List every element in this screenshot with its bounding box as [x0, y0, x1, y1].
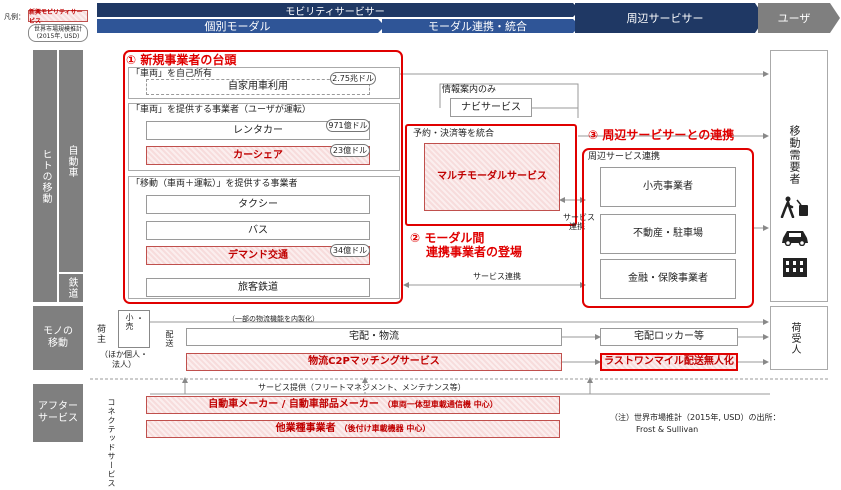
section3-title: ③ 周辺サービサーとの連携	[588, 128, 735, 142]
other-industry-box: 他業種事業者 （後付け車載機器 中心）	[146, 420, 560, 438]
last-mile-label: ラストワンマイル配送無人化	[604, 356, 734, 368]
passenger-rail-label: 旅客鉄道	[238, 281, 278, 293]
shipper-label: 荷主	[95, 324, 105, 344]
note-line1: （注）世界市場推計（2015年, USD）の出所：	[610, 413, 781, 422]
multimodal-label: マルチモーダルサービス	[437, 171, 547, 183]
section1-title: ① 新規事業者の台頭	[126, 53, 237, 67]
maker-note: （車両一体型車載通信機 中心）	[382, 400, 498, 410]
last-mile-box: ラストワンマイル配送無人化	[600, 353, 738, 371]
taxi-label: タクシー	[238, 198, 278, 210]
c2p-label: 物流C2Pマッチングサービス	[308, 356, 440, 368]
integration-label: 予約・決済等を統合	[413, 129, 495, 139]
parcel-label: 宅配・物流	[349, 331, 399, 343]
rental-car-label: レンタカー	[233, 124, 283, 136]
car-share-label: カーシェア	[233, 149, 283, 161]
info-label: 情報案内のみ	[442, 85, 497, 95]
delivery-label: 配送	[165, 330, 174, 348]
other-industry-label: 他業種事業者	[275, 423, 336, 435]
building-icon	[783, 258, 807, 277]
taxi-box: タクシー	[146, 195, 370, 214]
provide-vehicle-label: 「車両」を提供する事業者（ユーザが運転）	[131, 105, 311, 115]
section2-title-l1: ② モーダル間	[410, 231, 485, 245]
recipient-label: 荷受人	[789, 322, 800, 355]
section2-title: ② モーダル間 連携事業者の登場	[410, 231, 522, 260]
rental-car-market-bubble: 971億ドル	[326, 119, 370, 132]
own-car-market-bubble: 2.75兆ドル	[330, 72, 376, 85]
real-estate-label: 不動産・駐車場	[633, 228, 703, 240]
some-logistics-note: （一部の物流機能を内製化）	[228, 315, 319, 323]
finance-label: 金融・保険事業者	[628, 273, 708, 285]
mobility-demand-label: 移動需要者	[788, 125, 801, 185]
bus-label: バス	[248, 224, 268, 236]
retail-label: 小売事業者	[643, 181, 693, 193]
navi-label: ナビサービス	[461, 101, 521, 113]
retail-suffix: ・	[136, 314, 144, 323]
demand-market-bubble: 34億ドル	[330, 244, 370, 257]
own-car-use-label: 自家用車利用	[228, 81, 288, 93]
locker-label: 宅配ロッカー等	[634, 331, 704, 343]
car-share-market-bubble: 23億ドル	[330, 144, 370, 157]
navi-box: ナビサービス	[450, 98, 532, 117]
provide-move-label: 「移動（車両＋運転）」を提供する事業者	[131, 179, 298, 189]
maker-label: 自動車メーカー / 自動車部品メーカー	[208, 399, 379, 411]
walking-with-luggage-icon	[780, 196, 808, 218]
own-vehicle-label: 「車両」を自己所有	[131, 69, 213, 79]
multimodal-box: マルチモーダルサービス	[424, 143, 560, 211]
finance-box: 金融・保険事業者	[600, 259, 736, 299]
service-provision-label: サービス提供（フリートマネジメント、メンテナンス等）	[256, 383, 468, 392]
service-link-label: サービス連携	[473, 272, 521, 281]
parcel-box: 宅配・物流	[186, 328, 562, 346]
demand-transport-label: デマンド交通	[228, 249, 288, 261]
note-line2: Frost & Sullivan	[636, 425, 699, 434]
maker-box: 自動車メーカー / 自動車部品メーカー （車両一体型車載通信機 中心）	[146, 396, 560, 414]
goods-others: （ほか個人・法人）	[100, 350, 148, 369]
section2-title-l2: 連携事業者の登場	[426, 245, 523, 260]
bus-box: バス	[146, 221, 370, 240]
retail-box: 小売事業者	[600, 167, 736, 207]
locker-box: 宅配ロッカー等	[600, 328, 738, 346]
car-icon	[782, 231, 808, 246]
c2p-box: 物流C2Pマッチングサービス	[186, 353, 562, 371]
passenger-rail-box: 旅客鉄道	[146, 278, 370, 297]
section3-label: 周辺サービス連携	[588, 152, 661, 162]
other-industry-note: （後付け車載機器 中心）	[339, 424, 431, 434]
real-estate-box: 不動産・駐車場	[600, 214, 736, 254]
